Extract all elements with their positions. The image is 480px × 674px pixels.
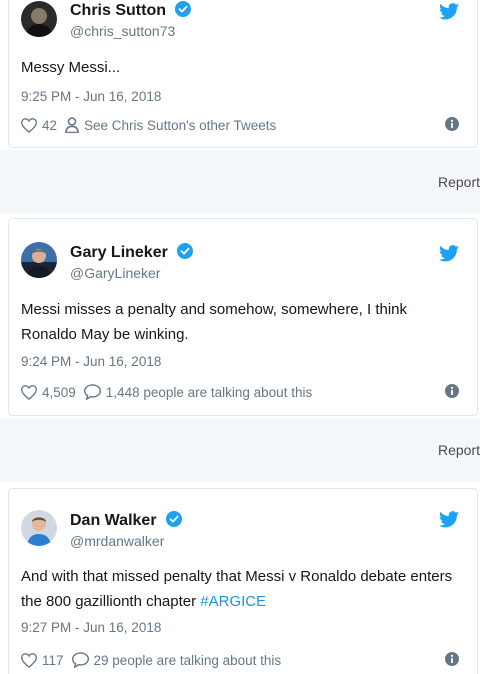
tweet-actions: 4,509 1,448 people are talking about thi… (21, 382, 463, 402)
heart-icon (21, 384, 37, 400)
heart-icon (21, 117, 37, 133)
like-button[interactable]: 4,509 (21, 385, 76, 400)
like-count: 42 (42, 117, 58, 133)
info-icon[interactable] (445, 384, 459, 398)
tweet-text: Messi misses a penalty and somehow, some… (21, 301, 408, 343)
tweet-timestamp[interactable]: 9:25 PM - Jun 16, 2018 (21, 89, 161, 104)
author-name[interactable]: Gary Lineker (70, 243, 194, 262)
conversation-label: 29 people are talking about this (93, 652, 282, 668)
report-row: Report (0, 150, 480, 214)
twitter-bird-icon[interactable] (439, 3, 459, 20)
comment-icon (71, 652, 89, 668)
info-icon[interactable] (445, 117, 459, 131)
verified-badge-icon (166, 511, 182, 527)
report-link[interactable]: Report (438, 174, 480, 190)
person-icon (65, 117, 79, 133)
avatar[interactable] (21, 242, 57, 278)
verified-badge-icon (175, 1, 192, 17)
tweet-text: Messy Messi... (21, 59, 121, 76)
conversation-link[interactable]: 29 people are talking about this (71, 652, 282, 668)
tweet-actions: 117 29 people are talking about this (21, 650, 463, 670)
tweet-timestamp[interactable]: 9:24 PM - Jun 16, 2018 (21, 354, 161, 369)
avatar[interactable] (21, 1, 57, 37)
tweet-card-gary-lineker: Gary Lineker @GaryLineker Messi misses a… (8, 218, 478, 416)
like-button[interactable]: 42 (21, 118, 57, 133)
tweet-text: And with that missed penalty that Messi … (21, 564, 463, 614)
twitter-bird-icon[interactable] (439, 245, 459, 262)
author-handle[interactable]: @GaryLineker (70, 265, 160, 281)
verified-badge-icon (177, 243, 194, 259)
author-name[interactable]: Chris Sutton (70, 1, 192, 20)
hashtag-link[interactable]: #ARGICE (200, 593, 266, 610)
author-name[interactable]: Dan Walker (70, 511, 182, 530)
other-tweets-link[interactable]: See Chris Sutton's other Tweets (65, 117, 276, 133)
author-handle[interactable]: @chris_sutton73 (70, 23, 175, 39)
info-icon[interactable] (445, 652, 459, 666)
tweet-card-dan-walker: Dan Walker @mrdanwalker And with that mi… (8, 488, 478, 674)
twitter-bird-icon[interactable] (439, 511, 459, 528)
conversation-label: 1,448 people are talking about this (105, 384, 313, 400)
avatar[interactable] (21, 510, 57, 546)
report-link[interactable]: Report (438, 442, 480, 458)
heart-icon (21, 652, 37, 668)
like-count: 4,509 (42, 384, 76, 400)
other-tweets-label: See Chris Sutton's other Tweets (84, 117, 277, 133)
conversation-link[interactable]: 1,448 people are talking about this (83, 384, 313, 400)
comment-icon (83, 384, 101, 400)
author-handle[interactable]: @mrdanwalker (70, 533, 164, 549)
like-button[interactable]: 117 (21, 653, 64, 668)
tweet-actions: 42 See Chris Sutton's other Tweets (21, 115, 463, 135)
tweet-card-chris-sutton: Chris Sutton @chris_sutton73 Messy Messi… (8, 0, 478, 148)
like-count: 117 (42, 652, 64, 668)
report-row: Report (0, 418, 480, 482)
tweet-timestamp[interactable]: 9:27 PM - Jun 16, 2018 (21, 620, 161, 635)
